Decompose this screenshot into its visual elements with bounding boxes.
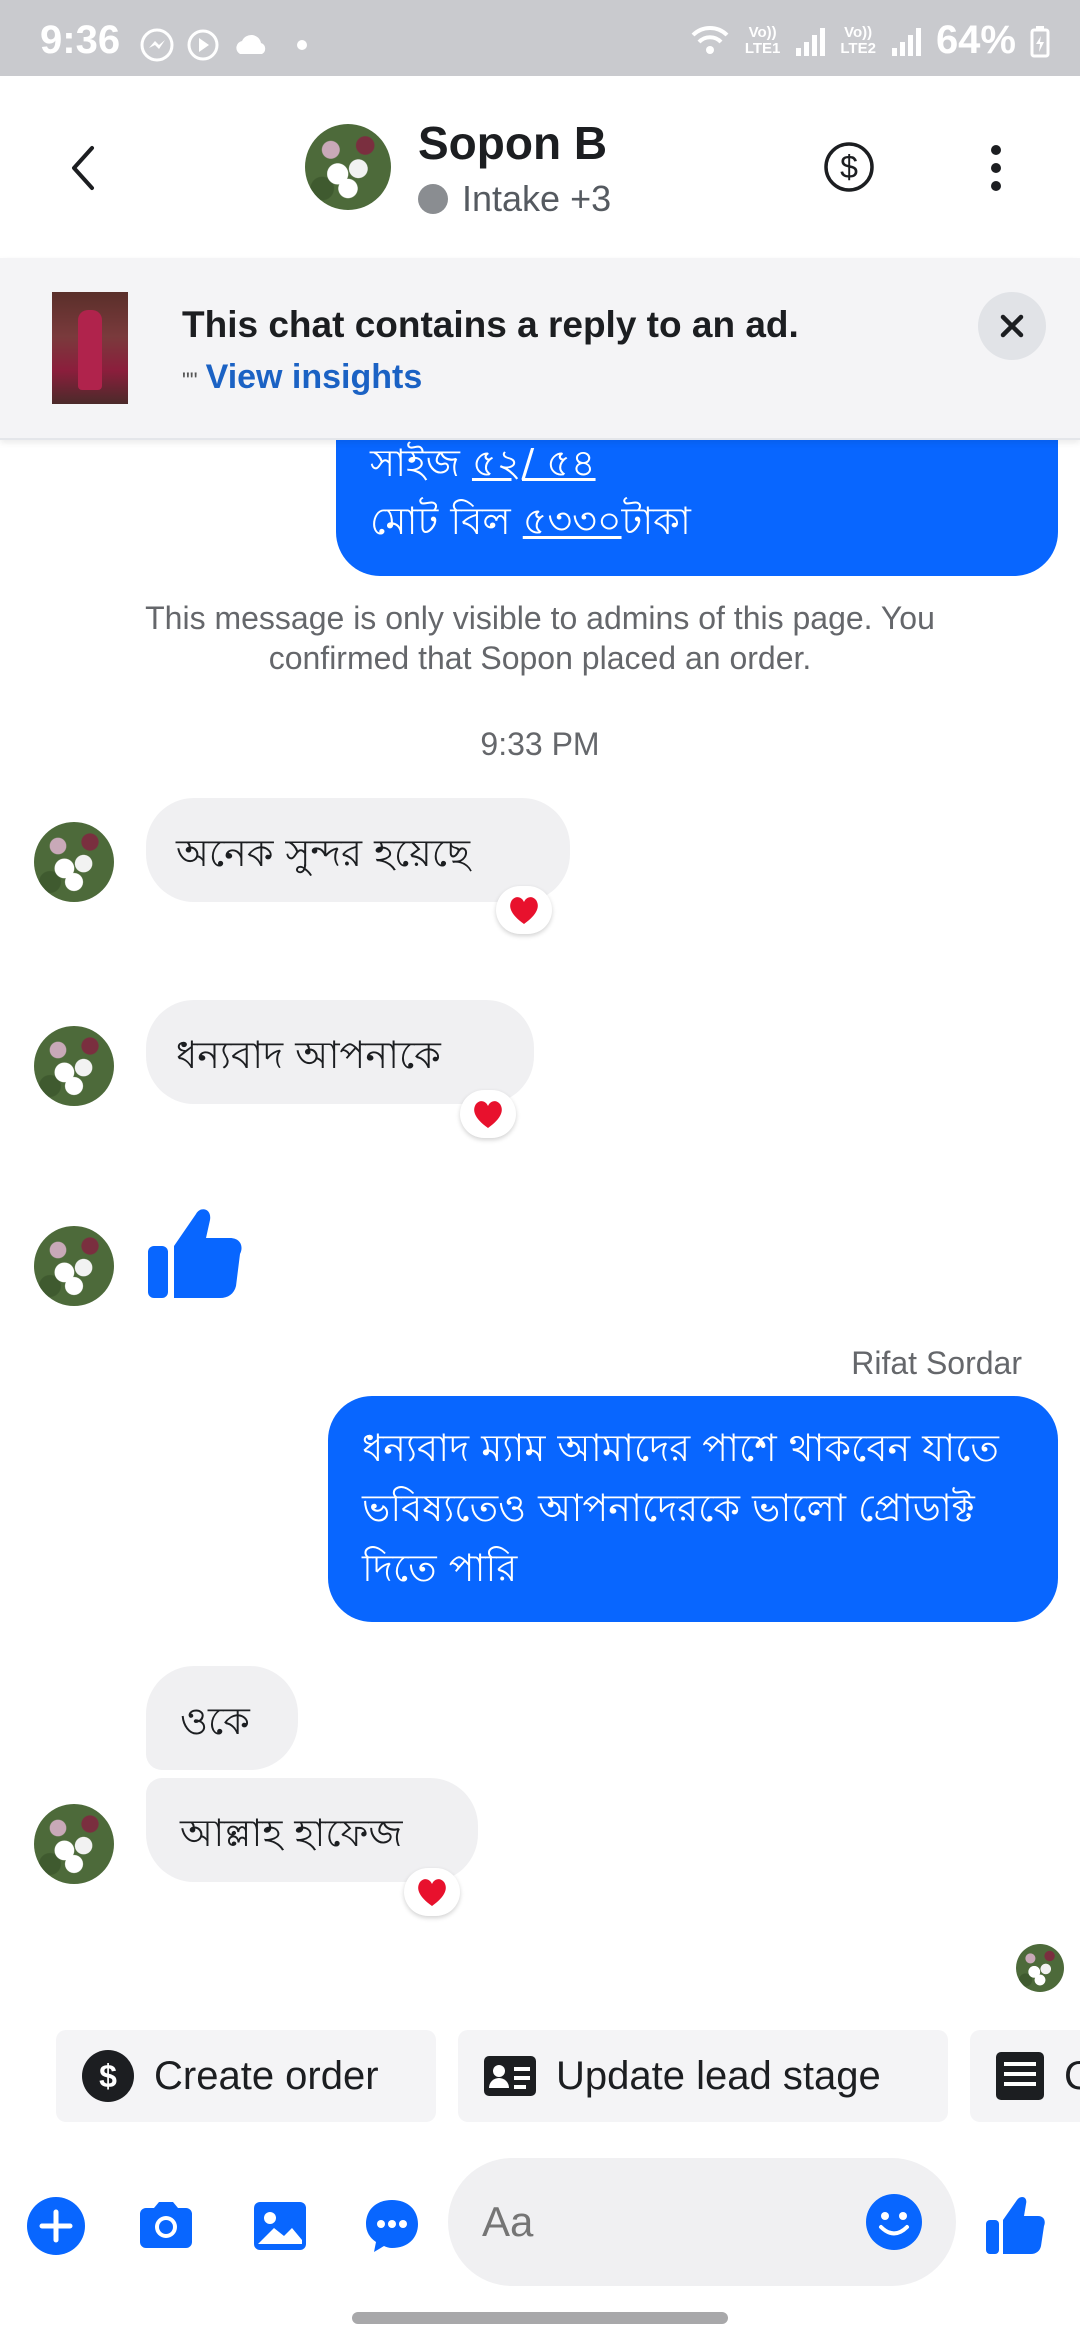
update-lead-label: Update lead stage [556, 2053, 881, 2098]
ad-thumbnail[interactable] [52, 292, 128, 404]
status-dot [418, 184, 448, 214]
incoming-message[interactable]: অনেক সুন্দর হয়েছে [146, 798, 570, 902]
heart-reaction[interactable] [496, 886, 552, 934]
notification-icons [140, 28, 312, 62]
create-order-label: Create order [154, 2053, 379, 2098]
sender-name-label: Rifat Sordar [851, 1345, 1022, 1381]
create-order-button[interactable]: $ Create order [56, 2030, 436, 2122]
svg-text:$: $ [99, 2058, 117, 2094]
quick-actions-bar: $ Create order Update lead stage C [0, 2030, 1080, 2130]
heart-icon [510, 897, 538, 924]
sender-avatar[interactable] [34, 822, 114, 902]
status-bar: 9:36 Vo)) LTE1 Vo)) LTE2 64% [0, 0, 1080, 76]
incoming-message[interactable]: ওকে [146, 1666, 298, 1770]
battery-percent: 64% [935, 18, 1016, 62]
sim2-label: Vo)) LTE2 [840, 23, 876, 57]
contact-avatar[interactable] [305, 124, 391, 210]
message-composer [0, 2140, 1080, 2300]
timestamp-separator: 9:33 PM [480, 726, 600, 762]
heart-reaction[interactable] [460, 1090, 516, 1138]
sender-avatar[interactable] [34, 1226, 114, 1306]
sim1-label: Vo)) LTE1 [744, 23, 781, 57]
heart-reaction[interactable] [404, 1868, 460, 1916]
heart-icon [418, 1879, 446, 1906]
messenger-screen: { "status_bar": { "time": "9:36", "sim1"… [0, 0, 1080, 2340]
order-total-line: মোট বিল ৫৩৩০টাকা [370, 499, 691, 543]
status-time: 9:36 [40, 18, 121, 62]
close-icon [1000, 314, 1024, 338]
quote-icon: "" [182, 368, 198, 393]
dollar-circle-icon: $ [82, 2050, 134, 2102]
status-right: Vo)) LTE1 Vo)) LTE2 64% [689, 18, 1050, 63]
conversation-header: Sopon B Intake +3 $ [0, 76, 1080, 258]
incoming-message[interactable]: ধন্যবাদ আপনাকে [146, 1000, 534, 1104]
seen-receipt-avatar [1016, 1944, 1064, 1992]
sender-avatar[interactable] [34, 1804, 114, 1884]
order-size-line: সাইজ ৫২/ ৫৪ [370, 441, 596, 485]
ad-banner-title: This chat contains a reply to an ad. [182, 304, 799, 345]
update-lead-stage-button[interactable]: Update lead stage [458, 2030, 948, 2122]
ad-link-row: "" View insights [182, 358, 422, 397]
contact-subtitle[interactable]: Intake +3 [418, 178, 611, 220]
contact-name[interactable]: Sopon B [418, 116, 607, 170]
battery-icon [1030, 25, 1050, 57]
incoming-message[interactable]: আল্লাহ হাফেজ [146, 1778, 478, 1882]
back-arrow-icon[interactable] [60, 138, 110, 198]
cloud-icon [236, 34, 266, 54]
signal-icon-2 [891, 27, 921, 56]
heart-icon [474, 1101, 502, 1128]
dot-icon [297, 40, 307, 50]
sender-avatar[interactable] [34, 1026, 114, 1106]
contact-labels: Intake +3 [462, 178, 612, 219]
more-vertical-icon[interactable] [976, 140, 1016, 196]
wifi-icon [691, 25, 729, 54]
plus-icon[interactable] [24, 2194, 88, 2258]
gesture-nav-handle[interactable] [352, 2312, 728, 2324]
svg-text:$: $ [840, 149, 858, 185]
ad-reply-banner: This chat contains a reply to an ad. "" … [0, 258, 1080, 440]
gallery-icon[interactable] [248, 2194, 312, 2258]
chat-bubble-icon[interactable] [360, 2194, 424, 2258]
more-action-chip[interactable]: C [970, 2030, 1080, 2122]
outgoing-message[interactable]: ধন্যবাদ ম্যাম আমাদের পাশে থাকবেন যাতে ভব… [328, 1396, 1058, 1622]
sync-icon [187, 29, 219, 61]
outgoing-message-order[interactable]: সাইজ ৫২/ ৫৪ মোট বিল ৫৩৩০টাকা [336, 420, 1058, 576]
dollar-icon[interactable]: $ [822, 140, 876, 194]
admin-only-note: This message is only visible to admins o… [145, 600, 935, 676]
signal-icon [796, 27, 826, 56]
view-insights-link[interactable]: View insights [206, 358, 423, 397]
contact-card-icon [484, 2056, 536, 2096]
emoji-icon[interactable] [864, 2192, 924, 2252]
list-doc-icon [996, 2052, 1044, 2100]
messenger-icon [140, 28, 174, 62]
thumbs-up-send-icon[interactable] [982, 2190, 1046, 2258]
close-banner-button[interactable] [978, 292, 1046, 360]
camera-icon[interactable] [134, 2194, 198, 2258]
thumbs-up-icon[interactable] [140, 1196, 250, 1306]
more-action-label: C [1064, 2053, 1080, 2098]
